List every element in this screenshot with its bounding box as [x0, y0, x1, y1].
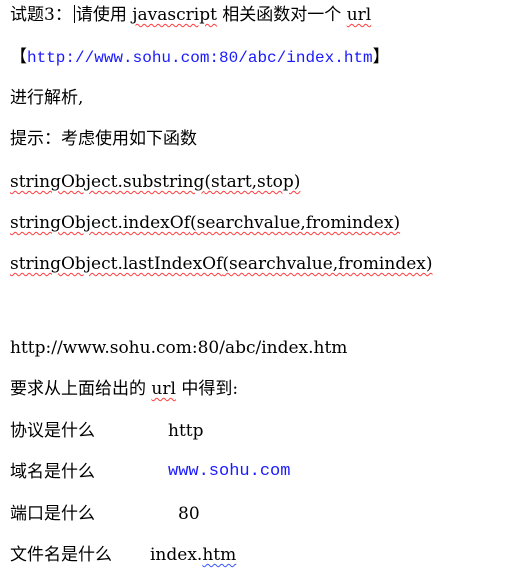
text-cursor	[73, 5, 75, 23]
requirement-line: 要求从上面给出的 url 中得到:	[10, 378, 238, 400]
url-plain-line: http://www.sohu.com:80/abc/index.htm	[10, 338, 348, 358]
requirement-tail: 中得到:	[175, 379, 239, 399]
function-args: (searchvalue,fromindex)	[190, 213, 401, 233]
bracket-open: 【	[10, 47, 27, 67]
parse-line: 进行解析,	[10, 88, 84, 108]
question-url-word: url	[346, 5, 372, 25]
hint-line: 提示：考虑使用如下函数	[10, 129, 197, 149]
question-javascript-word: javascript	[132, 5, 217, 25]
answer-filename-label: 文件名是什么	[10, 545, 112, 565]
filename-text: index.htm	[150, 545, 237, 565]
question-line: 试题3： 请使用 javascript 相关函数对一个 url	[10, 4, 371, 26]
requirement-url-word: url	[151, 379, 176, 399]
answer-port-label: 端口是什么	[10, 504, 95, 524]
function-substring: stringObject.substring(start,stop)	[10, 171, 300, 193]
answer-filename-value: index.htm	[150, 544, 236, 566]
answer-protocol-label: 协议是什么	[10, 421, 95, 441]
answer-protocol-value: http	[168, 421, 204, 441]
answer-port-value: 80	[178, 504, 200, 524]
requirement-lead: 要求从上面给出的	[10, 379, 152, 399]
function-lastindexof: stringObject.lastIndexOf(searchvalue,fro…	[10, 253, 432, 275]
url-bracket-line: 【http://www.sohu.com:80/abc/index.htm】	[10, 46, 390, 69]
function-name: stringObject.lastIndexOf	[10, 254, 223, 274]
question-mid: 相关函数对一个	[216, 5, 347, 25]
function-args: (start,stop)	[204, 172, 301, 192]
answer-domain-value: www.sohu.com	[168, 462, 291, 481]
question-lead: 请使用	[75, 5, 133, 25]
function-args: (searchvalue,fromindex)	[222, 254, 433, 274]
bracket-url: http://www.sohu.com:80/abc/index.htm	[27, 49, 373, 67]
bracket-close: 】	[372, 47, 390, 67]
function-name: stringObject.substring	[10, 172, 205, 192]
answer-domain-label: 域名是什么	[10, 462, 95, 482]
function-name: stringObject.indexOf	[10, 213, 191, 233]
question-prefix: 试题3：	[10, 5, 72, 25]
function-indexof: stringObject.indexOf(searchvalue,fromind…	[10, 212, 400, 234]
